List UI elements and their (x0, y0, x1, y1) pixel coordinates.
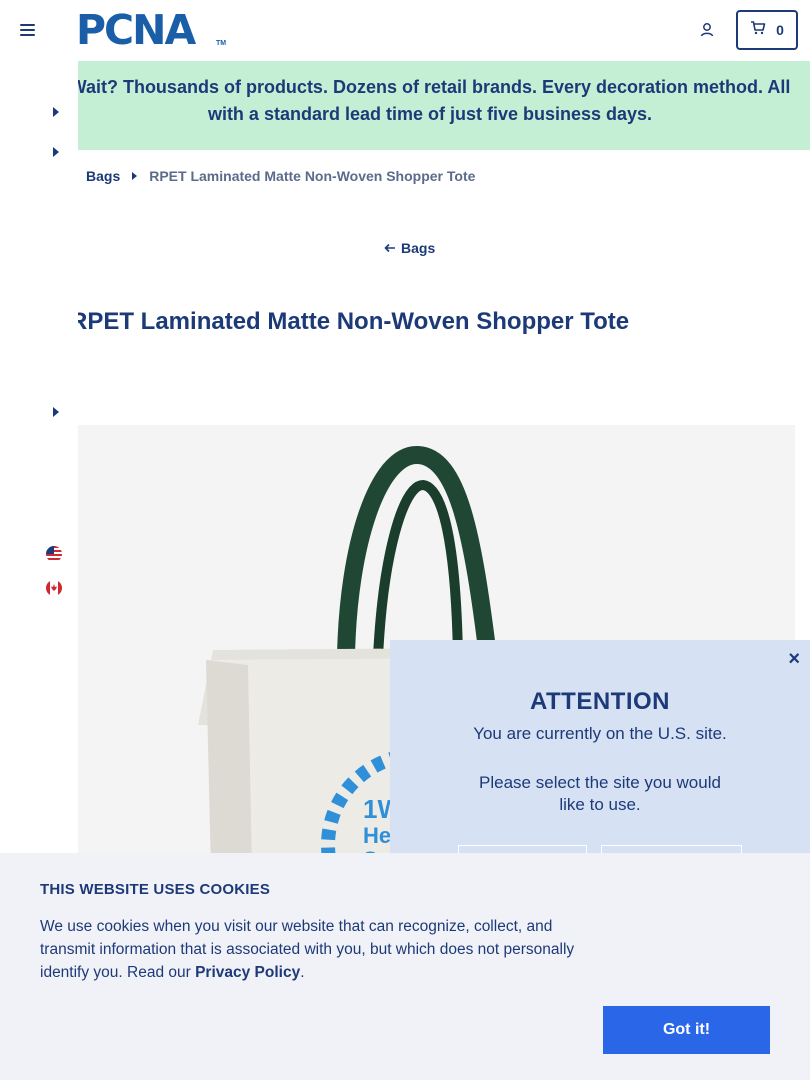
back-to-bags-link[interactable]: Bags (384, 240, 435, 256)
site-header: PCNA TM 0 (0, 0, 810, 61)
cookie-consent-bar: THIS WEBSITE USES COOKIES We use cookies… (0, 853, 810, 1080)
modal-title: ATTENTION (529, 688, 671, 715)
logo-text: PCNA (76, 6, 196, 54)
us-flag-icon[interactable] (46, 546, 62, 562)
rail-caret-icon[interactable] (53, 147, 59, 157)
cookie-text-body: We use cookies when you visit our websit… (40, 918, 575, 981)
cookie-text: We use cookies when you visit our websit… (40, 915, 600, 984)
modal-current-site-text: You are currently on the U.S. site. (473, 724, 727, 743)
account-icon[interactable] (699, 22, 715, 38)
canada-flag-icon[interactable] (46, 580, 62, 596)
hamburger-menu-icon[interactable] (20, 24, 35, 36)
logo-trademark: TM (216, 40, 227, 47)
modal-instruction-text: Please select the site you would like to… (479, 773, 721, 814)
breadcrumb: Bags RPET Laminated Matte Non-Woven Shop… (86, 168, 475, 184)
breadcrumb-current: RPET Laminated Matte Non-Woven Shopper T… (149, 168, 476, 184)
breadcrumb-caret-icon (132, 172, 138, 180)
cart-button[interactable]: 0 (736, 10, 798, 50)
accept-cookies-button[interactable]: Got it! (603, 1006, 770, 1054)
promo-banner-text: Wait? Thousands of products. Dozens of r… (69, 77, 791, 124)
close-icon[interactable]: × (788, 648, 800, 671)
cart-icon (750, 20, 766, 40)
pcna-logo[interactable]: PCNA TM (76, 6, 227, 54)
privacy-policy-link[interactable]: Privacy Policy (195, 964, 300, 981)
breadcrumb-bags-link[interactable]: Bags (86, 168, 120, 184)
rail-caret-icon[interactable] (53, 407, 59, 417)
cookie-text-end: . (300, 964, 305, 981)
arrow-left-icon (384, 243, 395, 253)
back-link-label: Bags (401, 240, 436, 256)
imprint-text-2: He (363, 823, 391, 848)
rail-caret-icon[interactable] (53, 107, 59, 117)
cookie-title: THIS WEBSITE USES COOKIES (40, 881, 271, 898)
cart-count: 0 (776, 22, 784, 38)
product-title: RPET Laminated Matte Non-Woven Shopper T… (70, 308, 630, 335)
promo-banner: Wait? Thousands of products. Dozens of r… (0, 61, 810, 150)
